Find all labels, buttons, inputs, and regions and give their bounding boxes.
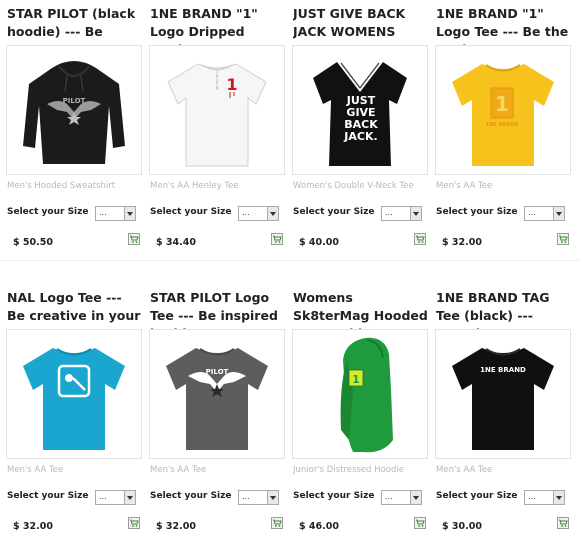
chevron-down-icon (410, 491, 421, 504)
product-card: 1NE BRAND TAG Tee (black) --- Keep it 1N… (429, 284, 572, 543)
chevron-down-icon (267, 207, 278, 220)
add-to-cart-icon[interactable] (414, 517, 426, 529)
yellow-logo-text: 1 (495, 92, 509, 116)
product-title[interactable]: NAL Logo Tee --- Be creative in your (7, 289, 143, 329)
gray-tee-star-pilot-icon: PILOT (166, 348, 268, 450)
product-type: Women's Double V-Neck Tee (293, 181, 414, 191)
product-type: Men's AA Tee (436, 465, 493, 475)
vneck-text-line: JACK. (343, 130, 377, 143)
product-card: 1NE BRAND "1" Logo Tee --- Be the "1" in… (429, 0, 572, 262)
size-select-value: ... (528, 492, 536, 501)
product-title[interactable]: 1NE BRAND "1" Logo Dripped Henley Tee (150, 5, 286, 45)
chevron-down-icon (410, 207, 421, 220)
product-price: $ 30.00 (442, 521, 482, 532)
size-label: Select your Size (293, 491, 375, 501)
product-image[interactable]: 1 (149, 45, 285, 175)
size-label: Select your Size (436, 207, 518, 217)
product-card: STAR PILOT Logo Tee --- Be inspired in t… (143, 284, 286, 543)
product-image[interactable] (6, 329, 142, 459)
yellow-logo-sub: 1NE BRAND (486, 122, 519, 128)
chevron-down-icon (124, 491, 135, 504)
product-type: Men's AA Tee (436, 181, 493, 191)
size-label: Select your Size (293, 207, 375, 217)
white-henley-tee-icon: 1 (167, 63, 267, 167)
black-vneck-tee-icon: JUST GIVE BACK JACK. (313, 62, 407, 166)
size-select[interactable]: ... (524, 206, 565, 221)
product-image[interactable]: 1 (292, 329, 428, 459)
product-image[interactable]: 1 1NE BRAND (435, 45, 571, 175)
size-select[interactable]: ... (95, 490, 136, 505)
turquoise-tee-icon (23, 348, 125, 450)
product-card: STAR PILOT (black hoodie) --- Be PILOT M… (0, 0, 143, 262)
add-to-cart-icon[interactable] (128, 233, 140, 245)
product-image[interactable]: JUST GIVE BACK JACK. (292, 45, 428, 175)
product-card: JUST GIVE BACK JACK WOMENS VNECK TEE JUS… (286, 0, 429, 262)
size-label: Select your Size (150, 207, 232, 217)
tag-text: 1NE BRAND (480, 366, 526, 374)
product-price: $ 32.00 (156, 521, 196, 532)
size-select-value: ... (528, 208, 536, 217)
chevron-down-icon (553, 491, 564, 504)
product-price: $ 40.00 (299, 237, 339, 248)
product-type: Men's Hooded Sweatshirt (7, 181, 116, 191)
product-price: $ 32.00 (442, 237, 482, 248)
product-image[interactable]: PILOT (149, 329, 285, 459)
black-hoodie-star-pilot-icon: PILOT (23, 61, 125, 164)
product-type: Men's AA Tee (7, 465, 64, 475)
henley-logo-text: 1 (226, 75, 237, 94)
product-type: Men's AA Henley Tee (150, 181, 239, 191)
add-to-cart-icon[interactable] (557, 517, 569, 529)
product-card: Womens Sk8terMag Hooded Sweat-shirt 1 Ju… (286, 284, 429, 543)
size-select-value: ... (99, 208, 107, 217)
product-price: $ 32.00 (13, 521, 53, 532)
green-logo-text: 1 (352, 373, 360, 386)
size-select[interactable]: ... (238, 490, 279, 505)
add-to-cart-icon[interactable] (271, 233, 283, 245)
product-title[interactable]: STAR PILOT (black hoodie) --- Be (7, 5, 143, 45)
chevron-down-icon (553, 207, 564, 220)
size-select-value: ... (385, 208, 393, 217)
chevron-down-icon (267, 491, 278, 504)
yellow-tee-icon: 1 1NE BRAND (452, 64, 554, 166)
black-tee-tag-icon: 1NE BRAND (452, 348, 554, 450)
size-select-value: ... (99, 492, 107, 501)
size-label: Select your Size (436, 491, 518, 501)
add-to-cart-icon[interactable] (414, 233, 426, 245)
product-title[interactable]: 1NE BRAND "1" Logo Tee --- Be the "1" in (436, 5, 572, 45)
product-type: Junior's Distressed Hoodie (293, 465, 404, 475)
product-title[interactable]: 1NE BRAND TAG Tee (black) --- Keep it (436, 289, 572, 329)
product-grid: STAR PILOT (black hoodie) --- Be PILOT M… (0, 0, 580, 543)
size-select[interactable]: ... (238, 206, 279, 221)
add-to-cart-icon[interactable] (128, 517, 140, 529)
size-label: Select your Size (150, 491, 232, 501)
add-to-cart-icon[interactable] (271, 517, 283, 529)
green-hoodie-icon: 1 (340, 337, 393, 453)
product-image[interactable]: PILOT (6, 45, 142, 175)
size-select-value: ... (242, 208, 250, 217)
add-to-cart-icon[interactable] (557, 233, 569, 245)
star-pilot-text: PILOT (206, 368, 229, 376)
product-type: Men's AA Tee (150, 465, 207, 475)
size-select[interactable]: ... (381, 490, 422, 505)
chevron-down-icon (124, 207, 135, 220)
product-price: $ 50.50 (13, 237, 53, 248)
size-label: Select your Size (7, 491, 89, 501)
size-label: Select your Size (7, 207, 89, 217)
product-card: 1NE BRAND "1" Logo Dripped Henley Tee 1 … (143, 0, 286, 262)
star-pilot-text: PILOT (63, 97, 86, 105)
product-card: NAL Logo Tee --- Be creative in your Men… (0, 284, 143, 543)
size-select[interactable]: ... (381, 206, 422, 221)
size-select[interactable]: ... (95, 206, 136, 221)
size-select[interactable]: ... (524, 490, 565, 505)
product-price: $ 46.00 (299, 521, 339, 532)
product-image[interactable]: 1NE BRAND (435, 329, 571, 459)
product-price: $ 34.40 (156, 237, 196, 248)
product-title[interactable]: Womens Sk8terMag Hooded Sweat-shirt (293, 289, 429, 329)
size-select-value: ... (385, 492, 393, 501)
product-title[interactable]: STAR PILOT Logo Tee --- Be inspired in t… (150, 289, 286, 329)
size-select-value: ... (242, 492, 250, 501)
product-title[interactable]: JUST GIVE BACK JACK WOMENS VNECK TEE (293, 5, 429, 45)
